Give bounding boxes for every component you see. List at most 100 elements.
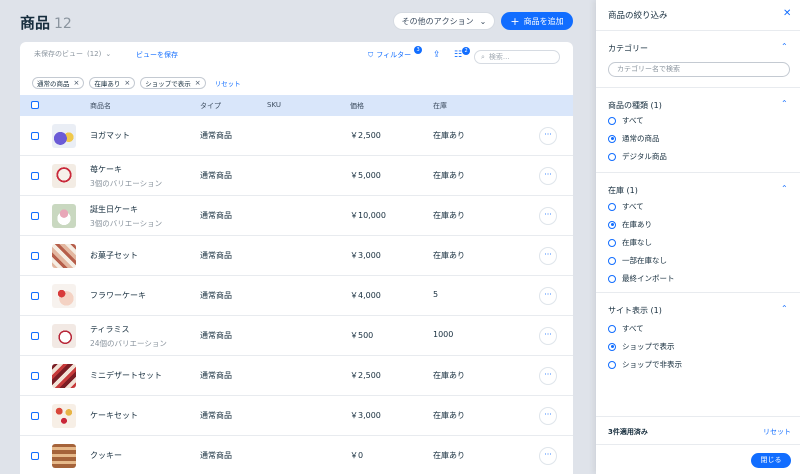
radio-button[interactable] (608, 152, 616, 161)
table-row[interactable]: フラワーケーキ 通常商品 ￥4,000 5 ··· (20, 276, 573, 316)
category-search-input[interactable]: カテゴリー名で検索 (608, 62, 790, 77)
radio-option[interactable]: 最終インポート (608, 273, 675, 284)
radio-option[interactable]: 一部在庫なし (608, 255, 667, 266)
more-options-icon[interactable]: ··· (539, 247, 557, 265)
radio-option[interactable]: 在庫なし (608, 237, 652, 248)
more-options-icon[interactable]: ··· (539, 207, 557, 225)
radio-button[interactable] (608, 134, 616, 143)
row-checkbox[interactable] (31, 252, 39, 260)
row-checkbox[interactable] (31, 332, 39, 340)
chevron-up-icon[interactable]: ⌃ (781, 184, 788, 193)
row-checkbox[interactable] (31, 372, 39, 380)
filter-label: フィルター (376, 51, 412, 59)
section-title[interactable]: 商品の種類 (1) (608, 100, 662, 111)
section-title[interactable]: カテゴリー (608, 43, 648, 54)
radio-option[interactable]: すべて (608, 323, 644, 334)
radio-button[interactable] (608, 342, 616, 351)
radio-button[interactable] (608, 360, 616, 369)
more-actions-button[interactable]: その他のアクション ⌄ (393, 12, 495, 30)
radio-option[interactable]: 通常の商品 (608, 133, 660, 144)
table-row[interactable]: ティラミス 24個のバリエーション 通常商品 ￥500 1000 ··· (20, 316, 573, 356)
product-type: 通常商品 (200, 291, 232, 300)
more-options-icon[interactable]: ··· (539, 367, 557, 385)
add-product-button[interactable]: + 商品を追加 (501, 12, 573, 30)
table-row[interactable]: ヨガマット 通常商品 ￥2,500 在庫あり ··· (20, 116, 573, 156)
product-price: ￥3,000 (350, 411, 381, 420)
more-options-icon[interactable]: ··· (539, 447, 557, 465)
row-checkbox[interactable] (31, 452, 39, 460)
view-select-label: 未保存のビュー (34, 50, 83, 58)
product-name[interactable]: ケーキセット (90, 410, 138, 421)
column-header-sku[interactable]: SKU (267, 101, 281, 109)
export-icon[interactable]: ⇪ (433, 50, 441, 60)
radio-button[interactable] (608, 238, 616, 247)
chevron-up-icon[interactable]: ⌃ (781, 42, 788, 51)
close-button[interactable]: 閉じる (751, 453, 791, 468)
column-header-type[interactable]: タイプ (200, 101, 221, 111)
more-options-icon[interactable]: ··· (539, 127, 557, 145)
more-options-icon[interactable]: ··· (539, 167, 557, 185)
section-title[interactable]: 在庫 (1) (608, 185, 638, 196)
more-options-icon[interactable]: ··· (539, 287, 557, 305)
view-select[interactable]: 未保存のビュー (12) ⌄ (34, 49, 111, 59)
radio-button[interactable] (608, 274, 616, 283)
product-name[interactable]: ヨガマット (90, 130, 130, 141)
radio-option[interactable]: すべて (608, 115, 644, 126)
more-options-icon[interactable]: ··· (539, 327, 557, 345)
radio-option[interactable]: すべて (608, 201, 644, 212)
radio-label: ショップで表示 (622, 342, 675, 351)
filter-chip: ショップで表示 × (140, 77, 206, 89)
radio-button[interactable] (608, 324, 616, 333)
table-row[interactable]: 苺ケーキ 3個のバリエーション 通常商品 ￥5,000 在庫あり ··· (20, 156, 573, 196)
product-name[interactable]: ミニデザートセット (90, 370, 162, 381)
column-header-name[interactable]: 商品名 (90, 101, 111, 111)
radio-option[interactable]: ショップで表示 (608, 341, 675, 352)
filter-button[interactable]: ⛉ フィルター 3 (368, 46, 423, 60)
product-thumbnail (52, 124, 76, 148)
columns-icon[interactable]: ☷ 2 (454, 47, 471, 60)
close-icon[interactable]: × (124, 79, 130, 87)
product-name[interactable]: クッキー (90, 450, 122, 461)
product-name[interactable]: 誕生日ケーキ (90, 204, 138, 215)
product-stock: 5 (433, 290, 439, 299)
column-header-price[interactable]: 価格 (350, 101, 364, 111)
radio-button[interactable] (608, 256, 616, 265)
radio-option[interactable]: ショップで非表示 (608, 359, 682, 370)
row-checkbox[interactable] (31, 132, 39, 140)
chevron-up-icon[interactable]: ⌃ (781, 304, 788, 313)
filter-section-site-display: サイト表示 (1) ⌃ すべて ショップで表示 ショップで非表示 (596, 293, 800, 381)
column-header-stock[interactable]: 在庫 (433, 101, 447, 111)
table-row[interactable]: ケーキセット 通常商品 ￥3,000 在庫あり ··· (20, 396, 573, 436)
table-row[interactable]: お菓子セット 通常商品 ￥3,000 在庫あり ··· (20, 236, 573, 276)
row-checkbox[interactable] (31, 412, 39, 420)
close-icon[interactable]: ✕ (783, 8, 791, 19)
search-input[interactable]: ⌕ 検索... (474, 50, 560, 64)
radio-button[interactable] (608, 202, 616, 211)
product-name[interactable]: フラワーケーキ (90, 290, 146, 301)
product-price: ￥5,000 (350, 171, 381, 180)
table-row[interactable]: ミニデザートセット 通常商品 ￥2,500 在庫あり ··· (20, 356, 573, 396)
table-row[interactable]: 誕生日ケーキ 3個のバリエーション 通常商品 ￥10,000 在庫あり ··· (20, 196, 573, 236)
section-title[interactable]: サイト表示 (1) (608, 305, 662, 316)
product-name[interactable]: ティラミス (90, 324, 130, 335)
product-name[interactable]: 苺ケーキ (90, 164, 122, 175)
close-icon[interactable]: × (195, 79, 201, 87)
product-name[interactable]: お菓子セット (90, 250, 138, 261)
row-checkbox[interactable] (31, 292, 39, 300)
row-checkbox[interactable] (31, 212, 39, 220)
radio-option[interactable]: 在庫あり (608, 219, 652, 230)
radio-option[interactable]: デジタル商品 (608, 151, 667, 162)
chips-reset-link[interactable]: リセット (215, 78, 241, 88)
more-options-icon[interactable]: ··· (539, 407, 557, 425)
reset-link[interactable]: リセット (763, 427, 791, 437)
table-row[interactable]: クッキー 通常商品 ￥0 在庫あり ··· (20, 436, 573, 474)
product-stock: 在庫あり (433, 451, 465, 460)
save-view-link[interactable]: ビューを保存 (136, 50, 178, 60)
radio-button[interactable] (608, 116, 616, 125)
radio-button[interactable] (608, 220, 616, 229)
radio-label: すべて (622, 116, 644, 125)
close-icon[interactable]: × (74, 79, 80, 87)
chevron-up-icon[interactable]: ⌃ (781, 99, 788, 108)
row-checkbox[interactable] (31, 172, 39, 180)
select-all-checkbox[interactable] (31, 101, 39, 109)
